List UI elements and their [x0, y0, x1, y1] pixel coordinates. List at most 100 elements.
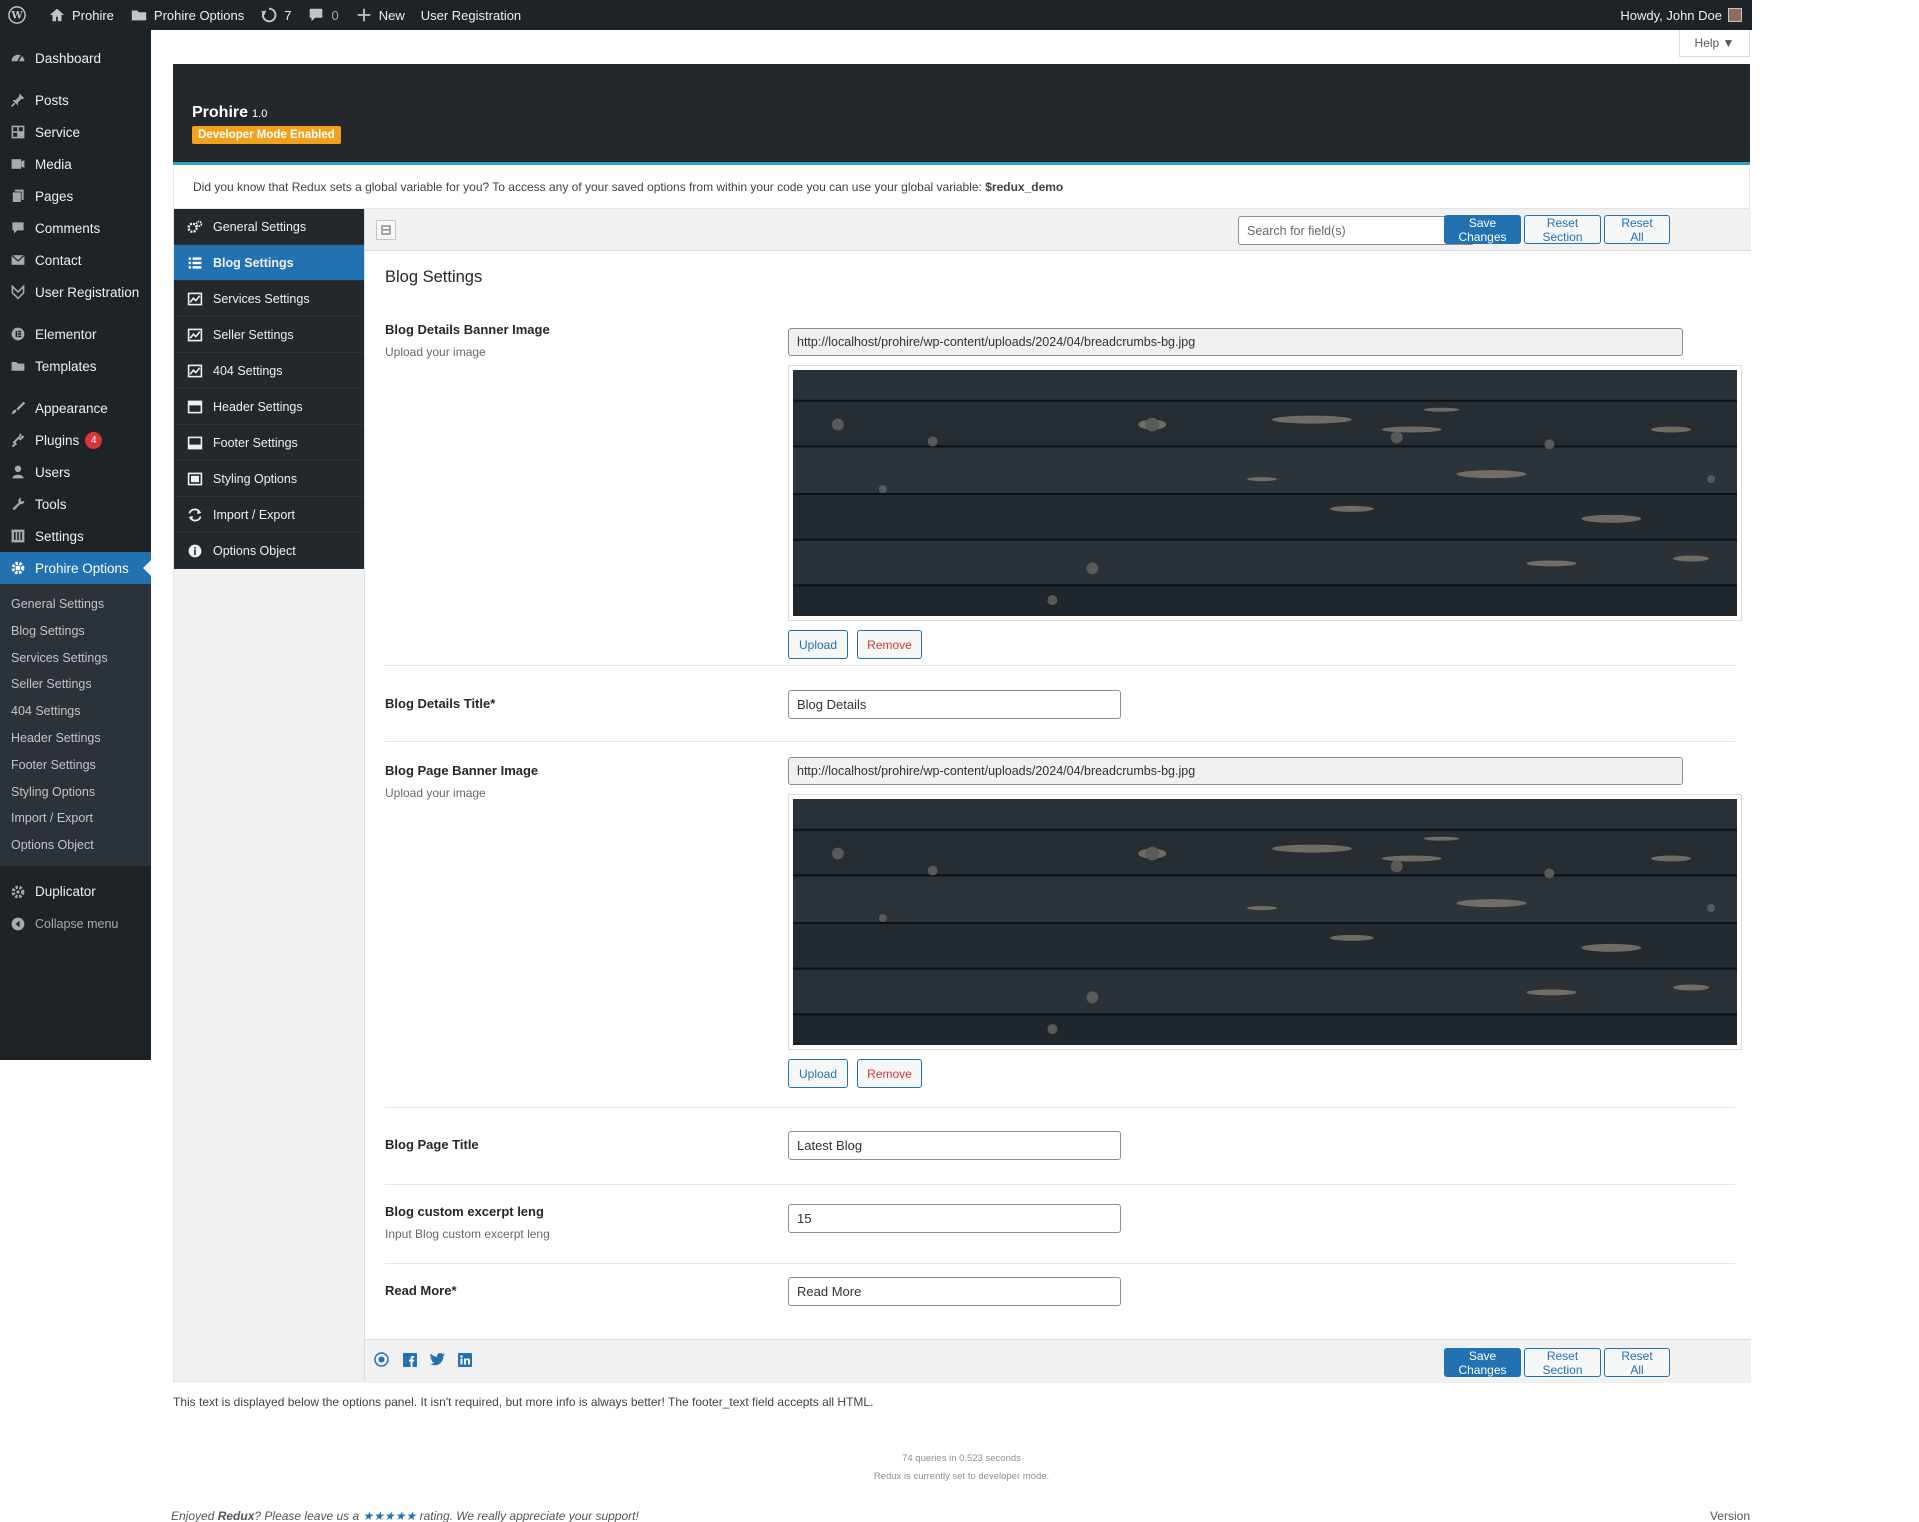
gear-icon — [11, 561, 25, 575]
wordpress-logo[interactable]: W — [0, 0, 40, 30]
redux-link[interactable] — [374, 1352, 389, 1367]
save-changes-button[interactable]: Save Changes — [1444, 215, 1521, 244]
grid-icon — [11, 125, 25, 139]
field-label: Blog Details Banner Image — [385, 322, 550, 337]
blog-page-title-input[interactable] — [788, 1131, 1121, 1160]
theme-name: Prohire — [192, 104, 249, 121]
upload-button[interactable]: Upload — [788, 1059, 848, 1088]
menu-settings[interactable]: Settings — [0, 520, 151, 552]
tab-header-settings[interactable]: Header Settings — [174, 389, 364, 425]
submenu-services-settings[interactable]: Services Settings — [0, 645, 151, 672]
menu-user-registration[interactable]: User Registration — [0, 276, 151, 308]
comment-icon — [12, 222, 24, 234]
user-registration-link[interactable]: User Registration — [413, 0, 529, 30]
redux-icon — [374, 1352, 389, 1367]
prohire-options-link[interactable]: Prohire Options — [122, 0, 252, 30]
comments-link[interactable]: 0 — [299, 0, 346, 30]
reset-section-button[interactable]: Reset Section — [1524, 215, 1601, 244]
menu-users[interactable]: Users — [0, 456, 151, 488]
new-content-link[interactable]: New — [347, 0, 413, 30]
updates-link[interactable]: 7 — [252, 0, 299, 30]
linkedin-icon — [457, 1352, 472, 1367]
global-variable-notice: Did you know that Redux sets a global va… — [173, 168, 1750, 208]
cogs-icon — [187, 220, 203, 233]
facebook-link[interactable] — [402, 1352, 417, 1367]
submenu-blog-settings[interactable]: Blog Settings — [0, 618, 151, 645]
my-account[interactable]: Howdy, John Doe — [1620, 8, 1752, 23]
tab-general-settings[interactable]: General Settings — [174, 209, 364, 245]
menu-comments[interactable]: Comments — [0, 212, 151, 244]
menu-dashboard[interactable]: Dashboard — [0, 42, 151, 74]
image-url-input[interactable] — [788, 757, 1683, 785]
submenu-import-export[interactable]: Import / Export — [0, 805, 151, 832]
expand-options-button[interactable] — [376, 220, 396, 240]
page-title: Prohire 1.0 — [192, 104, 267, 122]
menu-prohire-options[interactable]: Prohire Options — [0, 552, 151, 584]
header-icon — [187, 400, 203, 413]
menu-pages[interactable]: Pages — [0, 180, 151, 212]
site-name-link[interactable]: Prohire — [40, 0, 122, 30]
section-title: Blog Settings — [385, 268, 483, 286]
tab-styling-options[interactable]: Styling Options — [174, 461, 364, 497]
tab-blog-settings[interactable]: Blog Settings — [174, 245, 364, 281]
rating-post: rating. We really appreciate your suppor… — [416, 1509, 639, 1522]
submenu-footer-settings[interactable]: Footer Settings — [0, 752, 151, 779]
field-blog-page-title: Blog Page Title — [385, 1131, 1735, 1185]
submenu-seller-settings[interactable]: Seller Settings — [0, 671, 151, 698]
submenu-general-settings[interactable]: General Settings — [0, 591, 151, 618]
reset-all-button-bottom[interactable]: Reset All — [1604, 1348, 1670, 1377]
twitter-link[interactable] — [430, 1352, 445, 1367]
tab-options-object[interactable]: Options Object — [174, 533, 364, 569]
menu-label: Collapse menu — [35, 916, 119, 931]
menu-appearance[interactable]: Appearance — [0, 392, 151, 424]
tab-services-settings[interactable]: Services Settings — [174, 281, 364, 317]
search-fields-input[interactable] — [1238, 216, 1474, 245]
remove-button[interactable]: Remove — [857, 630, 922, 659]
tab-seller-settings[interactable]: Seller Settings — [174, 317, 364, 353]
submenu-options-object[interactable]: Options Object — [0, 832, 151, 859]
tab-404-settings[interactable]: 404 Settings — [174, 353, 364, 389]
reset-section-button-bottom[interactable]: Reset Section — [1524, 1348, 1601, 1377]
submenu-header-settings[interactable]: Header Settings — [0, 725, 151, 752]
field-description: Upload your image — [385, 786, 486, 800]
submenu-404-settings[interactable]: 404 Settings — [0, 698, 151, 725]
upload-button[interactable]: Upload — [788, 630, 848, 659]
menu-media[interactable]: Media — [0, 148, 151, 180]
read-more-input[interactable] — [788, 1277, 1121, 1306]
menu-service[interactable]: Service — [0, 116, 151, 148]
menu-contact[interactable]: Contact — [0, 244, 151, 276]
blog-details-title-input[interactable] — [788, 690, 1121, 719]
menu-elementor[interactable]: Elementor — [0, 318, 151, 350]
save-changes-button-bottom[interactable]: Save Changes — [1444, 1348, 1521, 1377]
remove-button[interactable]: Remove — [857, 1059, 922, 1088]
menu-duplicator[interactable]: Duplicator — [0, 876, 151, 908]
list-icon — [188, 256, 202, 269]
notice-variable: $redux_demo — [985, 180, 1064, 194]
image-preview — [788, 365, 1742, 621]
menu-label: Elementor — [35, 326, 97, 342]
admin-menu: Dashboard Posts Service Media Pages Comm… — [0, 30, 151, 1060]
menu-tools[interactable]: Tools — [0, 488, 151, 520]
reset-all-button[interactable]: Reset All — [1604, 215, 1670, 244]
field-label: Blog Details Title* — [385, 696, 496, 711]
collapse-menu-button[interactable]: Collapse menu — [0, 908, 151, 940]
menu-templates[interactable]: Templates — [0, 350, 151, 382]
tab-label: Options Object — [213, 543, 296, 558]
twitter-icon — [430, 1353, 445, 1366]
refresh-icon — [188, 508, 202, 521]
rating-stars-link[interactable]: ★★★★★ — [362, 1509, 416, 1522]
settings-icon — [11, 529, 25, 543]
menu-plugins[interactable]: Plugins 4 — [0, 424, 151, 456]
menu-label: Service — [35, 124, 81, 140]
menu-posts[interactable]: Posts — [0, 84, 151, 116]
comments-count: 0 — [331, 7, 339, 23]
tab-footer-settings[interactable]: Footer Settings — [174, 425, 364, 461]
excerpt-length-input[interactable] — [788, 1204, 1121, 1233]
help-tab-button[interactable]: Help ▼ — [1679, 30, 1750, 57]
options-panel: General Settings Blog Settings Services … — [173, 208, 1751, 1383]
submenu-styling-options[interactable]: Styling Options — [0, 779, 151, 806]
tab-import-export[interactable]: Import / Export — [174, 497, 364, 533]
image-url-input[interactable] — [788, 328, 1683, 356]
linkedin-link[interactable] — [457, 1352, 472, 1367]
prohire-options-label: Prohire Options — [153, 7, 245, 23]
